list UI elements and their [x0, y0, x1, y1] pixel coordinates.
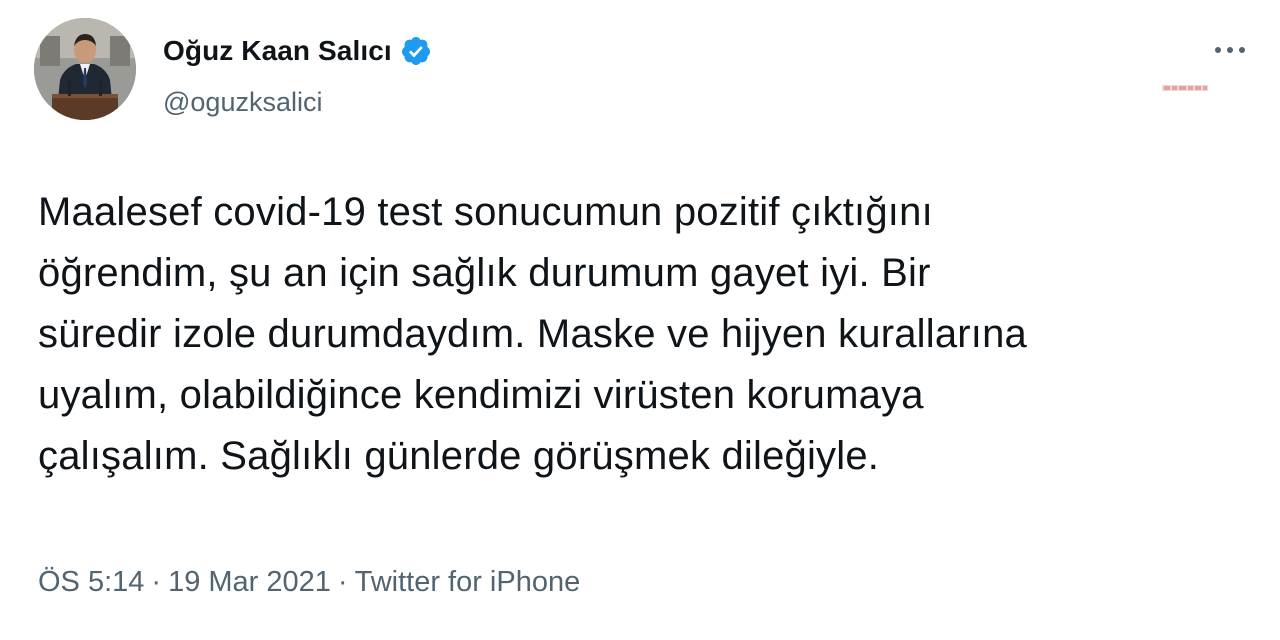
tweet-text: Maalesef covid-19 test sonucumun pozitif… [38, 190, 1028, 478]
verified-badge-icon [400, 35, 432, 67]
tweet-source-link[interactable]: Twitter for iPhone [355, 566, 581, 599]
author-name-row[interactable]: Oğuz Kaan Salıcı [163, 31, 432, 71]
more-horizontal-icon [1215, 47, 1245, 53]
tweet-date[interactable]: 19 Mar 2021 [168, 566, 331, 599]
author-display-name[interactable]: Oğuz Kaan Salıcı [163, 35, 392, 67]
meta-separator: · [337, 566, 348, 598]
author-avatar[interactable] [34, 18, 136, 120]
author-handle[interactable]: @oguzksalici [163, 87, 322, 118]
tweet-card: Oğuz Kaan Salıcı @oguzksalici Maalesef c… [0, 0, 1280, 640]
avatar-image [34, 18, 136, 120]
more-options-button[interactable] [1208, 36, 1252, 64]
tweet-time[interactable]: ÖS 5:14 [38, 566, 144, 599]
tweet-metadata: ÖS 5:14 · 19 Mar 2021 · Twitter for iPho… [38, 566, 580, 599]
watermark-logo [1160, 82, 1210, 94]
meta-separator: · [151, 566, 162, 598]
